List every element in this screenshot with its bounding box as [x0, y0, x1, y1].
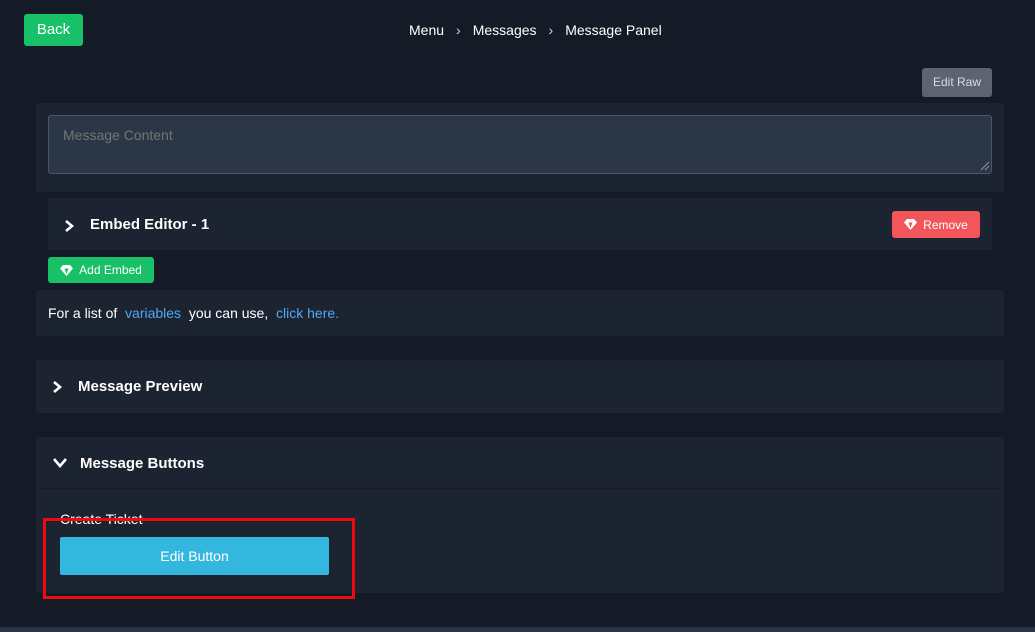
back-button[interactable]: Back [24, 14, 83, 46]
remove-embed-label: Remove [923, 217, 968, 232]
variables-prefix: For a list of [48, 305, 118, 321]
bottom-scroll-bar [0, 627, 1035, 632]
add-embed-button[interactable]: Add Embed [48, 257, 154, 283]
variables-info-text: For a list of variables you can use, cli… [48, 305, 339, 321]
chevron-right-icon[interactable] [64, 219, 75, 233]
message-buttons-title: Message Buttons [80, 455, 205, 472]
click-here-link[interactable]: click here. [276, 305, 339, 321]
button-item-label: Create Ticket [60, 511, 143, 527]
resize-grip-icon[interactable] [979, 160, 990, 171]
gem-icon [904, 219, 918, 230]
edit-raw-button[interactable]: Edit Raw [922, 68, 992, 97]
breadcrumb-item-messages[interactable]: Messages [473, 22, 537, 38]
add-embed-label: Add Embed [79, 263, 142, 277]
gem-icon [60, 264, 74, 276]
breadcrumb-item-current: Message Panel [565, 22, 662, 38]
chevron-right-icon[interactable] [52, 380, 63, 394]
chevron-right-icon: › [456, 22, 461, 38]
chevron-down-icon[interactable] [52, 457, 68, 469]
breadcrumb: Menu › Messages › Message Panel [409, 21, 662, 39]
breadcrumb-item-menu[interactable]: Menu [409, 22, 444, 38]
variables-middle: you can use, [188, 305, 269, 321]
edit-button[interactable]: Edit Button [60, 537, 329, 575]
message-content-input[interactable] [48, 115, 992, 174]
variables-link[interactable]: variables [125, 305, 181, 321]
chevron-right-icon: › [548, 22, 554, 38]
message-preview-title: Message Preview [78, 378, 203, 395]
remove-embed-button[interactable]: Remove [892, 211, 980, 238]
embed-editor-title: Embed Editor - 1 [90, 216, 210, 233]
